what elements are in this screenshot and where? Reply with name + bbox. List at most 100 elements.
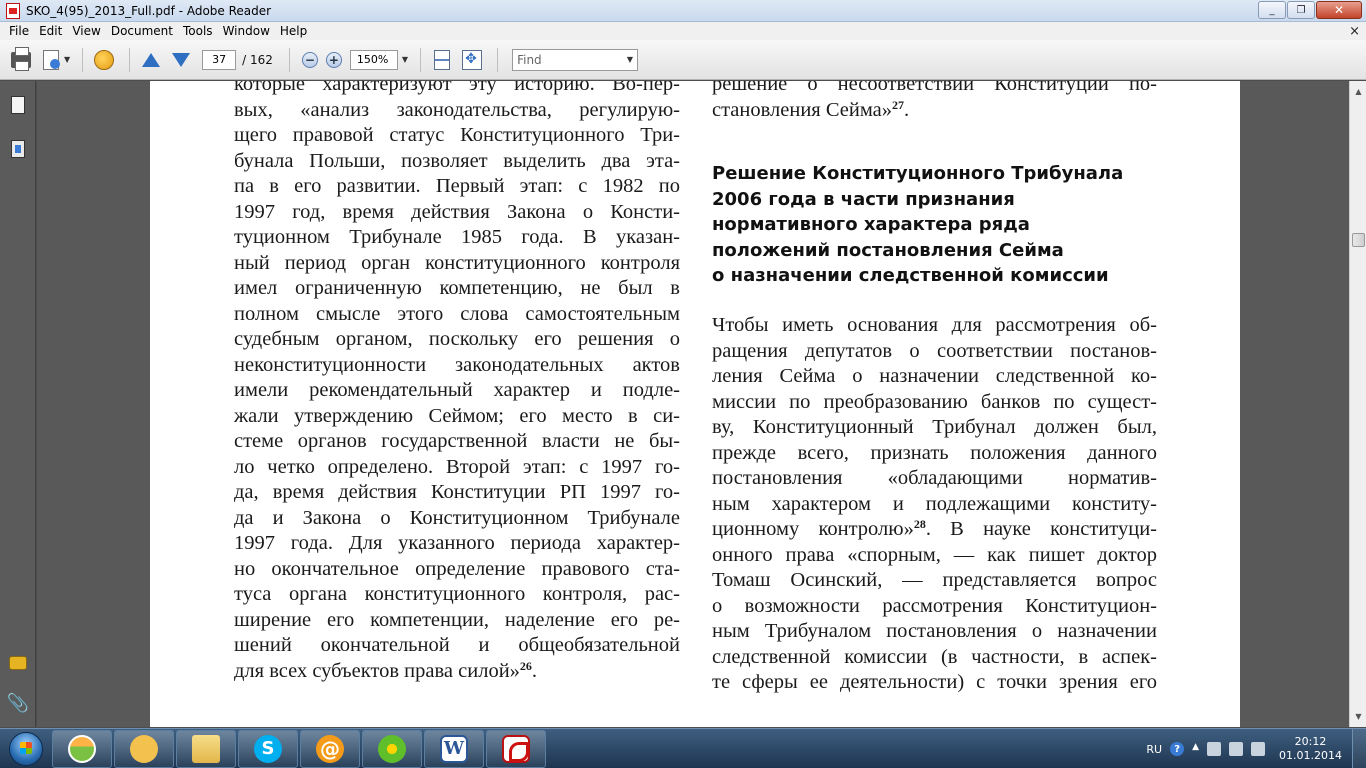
taskbar-app-1[interactable] bbox=[52, 729, 112, 768]
footnote-ref[interactable]: 27 bbox=[892, 98, 904, 112]
text-line: 1997 года. Для указанного периода характ… bbox=[234, 532, 680, 554]
comments-panel-button[interactable] bbox=[9, 653, 27, 673]
text-line: имел ограниченную компетенцию, не был в bbox=[234, 277, 680, 299]
create-pdf-button[interactable] bbox=[38, 47, 64, 73]
zoom-out-button[interactable]: − bbox=[301, 51, 318, 68]
tray-expand-icon[interactable]: ▲ bbox=[1192, 742, 1199, 756]
document-share-icon bbox=[43, 49, 60, 70]
taskbar-skype[interactable]: S bbox=[238, 729, 298, 768]
text-line: прежде всего, признать положения данного bbox=[712, 441, 1157, 464]
toolbar-separator bbox=[82, 47, 84, 72]
language-indicator[interactable]: RU bbox=[1146, 743, 1162, 756]
heading-line: положений постановления Сейма bbox=[712, 239, 1064, 261]
collaborate-button[interactable] bbox=[91, 47, 117, 73]
document-viewport[interactable]: которые характеризуют эту историю. Во-пе… bbox=[37, 81, 1349, 727]
scroll-up-icon[interactable]: ▲ bbox=[1351, 83, 1366, 99]
menu-view[interactable]: View bbox=[67, 24, 105, 38]
scrollbar-thumb[interactable] bbox=[1352, 233, 1365, 247]
zoom-level-input[interactable]: 150% bbox=[349, 49, 398, 70]
taskbar-mail[interactable]: @ bbox=[300, 729, 360, 768]
zoom-dropdown-icon[interactable]: ▼ bbox=[402, 55, 408, 64]
taskbar-acrobat[interactable] bbox=[486, 729, 546, 768]
close-button[interactable]: ✕ bbox=[1316, 1, 1362, 19]
print-button[interactable] bbox=[8, 46, 34, 73]
clock-date: 01.01.2014 bbox=[1279, 749, 1342, 762]
text-line: Томаш Осинский, — представляется вопрос bbox=[712, 569, 1157, 591]
text-line: те сферы ее деятельности) с точки зрения… bbox=[712, 671, 1157, 693]
network-icon[interactable] bbox=[1251, 742, 1266, 756]
create-pdf-dropdown-icon[interactable]: ▼ bbox=[64, 55, 70, 64]
menu-document[interactable]: Document bbox=[106, 24, 178, 38]
text-line: становления Сейма»27. bbox=[712, 98, 1157, 124]
taskbar-word[interactable]: W bbox=[424, 729, 484, 768]
vertical-scrollbar[interactable]: ▲ ▼ bbox=[1349, 81, 1366, 727]
icq-flower-icon bbox=[378, 734, 406, 763]
taskbar-explorer[interactable] bbox=[176, 729, 236, 768]
main-toolbar: ▼ 37 / 162 − + 150% ▼ Find ▼ bbox=[0, 40, 1366, 80]
bookmarks-panel-button[interactable] bbox=[9, 139, 27, 159]
show-desktop-button[interactable] bbox=[1352, 729, 1366, 768]
folder-icon bbox=[192, 734, 220, 763]
text-line: туционном Трибунале 1985 года. В указан- bbox=[234, 226, 680, 248]
attachments-panel-button[interactable]: 📎 bbox=[6, 692, 30, 714]
section-heading: Решение Конституционного Трибунала 2006 … bbox=[712, 161, 1157, 289]
ball-app-icon bbox=[68, 734, 96, 763]
page-number-input[interactable]: 37 bbox=[202, 49, 237, 70]
heading-line: Решение Конституционного Трибунала bbox=[712, 163, 1124, 184]
pages-panel-button[interactable] bbox=[8, 95, 27, 120]
menu-bar: File Edit View Document Tools Window Hel… bbox=[0, 22, 1366, 40]
text-line: ления Сейма о назначении следственной ко… bbox=[712, 365, 1157, 387]
window-titlebar: SKO_4(95)_2013_Full.pdf - Adobe Reader _… bbox=[0, 0, 1366, 22]
pages-icon bbox=[8, 96, 25, 120]
text-line: да, время действия Конституции РП 1997 г… bbox=[234, 481, 680, 503]
minimize-button[interactable]: _ bbox=[1258, 1, 1286, 19]
menu-tools[interactable]: Tools bbox=[178, 24, 218, 38]
previous-page-button[interactable] bbox=[138, 47, 164, 73]
find-placeholder: Find bbox=[517, 52, 542, 67]
footnote-ref[interactable]: 28 bbox=[914, 517, 926, 531]
menu-edit[interactable]: Edit bbox=[34, 24, 67, 38]
windows-logo-icon bbox=[9, 731, 43, 766]
menu-window[interactable]: Window bbox=[218, 24, 275, 38]
fit-page-button[interactable] bbox=[429, 47, 455, 73]
paperclip-icon: 📎 bbox=[6, 692, 30, 714]
next-page-button[interactable] bbox=[168, 47, 194, 73]
clock-time: 20:12 bbox=[1294, 735, 1327, 748]
acrobat-icon bbox=[502, 734, 530, 763]
heading-line: 2006 года в части признания bbox=[712, 188, 1015, 210]
text-line: бунала Польши, позволяет выделить два эт… bbox=[234, 149, 680, 172]
help-icon[interactable]: ? bbox=[1170, 742, 1185, 756]
find-dropdown-icon[interactable]: ▼ bbox=[627, 55, 633, 64]
close-document-button[interactable]: × bbox=[1349, 24, 1360, 39]
text-line: которые характеризуют эту историю. Во-пе… bbox=[234, 81, 680, 95]
text-line: имели рекомендательный характер и подле- bbox=[234, 379, 680, 401]
maximize-button[interactable]: ❐ bbox=[1287, 1, 1315, 19]
toolbar-separator bbox=[420, 47, 422, 72]
find-input[interactable]: Find ▼ bbox=[512, 48, 639, 71]
text-line: ным Трибуналом постановления о назначени… bbox=[712, 620, 1157, 642]
text-line: щего правовой статус Конституционного Тр… bbox=[234, 124, 680, 146]
zoom-in-button[interactable]: + bbox=[325, 51, 342, 68]
fit-width-icon bbox=[462, 49, 483, 70]
menu-file[interactable]: File bbox=[4, 24, 34, 38]
text-line: неконституционности законодательных акто… bbox=[234, 353, 680, 376]
footnote-ref[interactable]: 26 bbox=[520, 659, 532, 673]
taskbar-icq[interactable] bbox=[362, 729, 422, 768]
arrow-down-icon bbox=[172, 52, 191, 67]
fit-width-button[interactable] bbox=[459, 47, 485, 73]
menu-help[interactable]: Help bbox=[275, 24, 312, 38]
scroll-down-icon[interactable]: ▼ bbox=[1351, 708, 1366, 724]
heading-line: нормативного характера ряда bbox=[712, 214, 1030, 235]
comments-icon bbox=[9, 656, 27, 670]
window-controls: _ ❐ ✕ bbox=[1258, 1, 1362, 19]
device-icon[interactable] bbox=[1207, 742, 1222, 756]
text-fragment: ционному контролю» bbox=[712, 518, 914, 540]
speaker-icon[interactable] bbox=[1229, 742, 1244, 756]
toolbar-separator bbox=[288, 47, 290, 72]
start-button[interactable] bbox=[0, 729, 52, 768]
system-clock[interactable]: 20:12 01.01.2014 bbox=[1279, 735, 1342, 763]
taskbar-app-2[interactable] bbox=[114, 729, 174, 768]
text-fragment: для всех субъектов права силой» bbox=[234, 659, 520, 682]
arrow-up-icon bbox=[142, 52, 161, 67]
text-line: стеме органов государственной власти не … bbox=[234, 430, 680, 452]
